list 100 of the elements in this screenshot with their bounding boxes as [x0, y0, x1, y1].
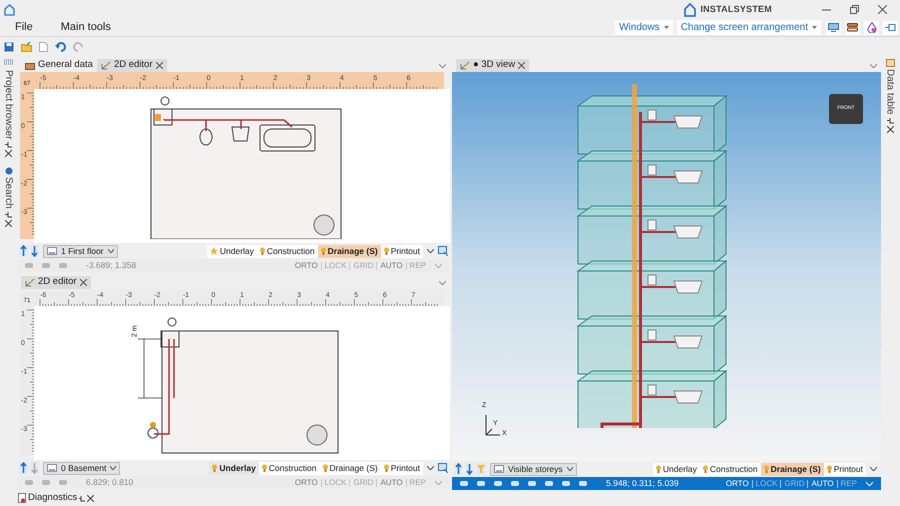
tool-icon[interactable]: [494, 480, 502, 487]
diagnostics-icon: [18, 493, 26, 503]
zoom-icon[interactable]: [438, 463, 448, 473]
pin-icon: [886, 116, 894, 124]
bulb-icon: [260, 247, 265, 255]
menu-item[interactable]: Main tools: [60, 19, 111, 36]
layer-tab[interactable]: Construction: [256, 244, 318, 258]
pin-button[interactable]: [883, 20, 898, 34]
document-icon[interactable]: [39, 42, 48, 52]
bulb-icon: [320, 247, 326, 255]
tool-icon[interactable]: [460, 480, 468, 487]
chevron-icon[interactable]: [427, 466, 434, 470]
tool-icon[interactable]: [528, 480, 536, 487]
chevron-icon[interactable]: [870, 467, 877, 471]
restore-icon: [850, 5, 858, 14]
tool-icon[interactable]: [511, 480, 519, 487]
storey-dropdown[interactable]: Visible storeys: [490, 462, 577, 476]
bulb-icon: [764, 465, 769, 473]
brand-name: INSTALSYSTEM: [700, 2, 772, 16]
panel-tab[interactable]: ● 3D view: [456, 59, 530, 72]
bulb-icon: [212, 464, 218, 472]
dock-tab[interactable]: Project browser: [1, 70, 16, 158]
mode-toggle[interactable]: AUTO: [380, 260, 403, 272]
coordinates: 5.948; 0.311; 5.039: [606, 477, 679, 490]
up-arrow-icon[interactable]: [454, 463, 463, 475]
dropdown[interactable]: Windows: [615, 20, 673, 35]
chevron-icon[interactable]: [870, 64, 877, 68]
caret-icon: [108, 249, 114, 253]
storey-dropdown[interactable]: 0 Basement: [43, 462, 120, 474]
bulb-icon: [826, 465, 832, 473]
panel-tab[interactable]: General data: [21, 59, 97, 72]
storey-dropdown[interactable]: 1 First floor: [43, 244, 118, 258]
table-icon: [886, 59, 894, 67]
tool-icon[interactable]: [545, 480, 553, 487]
drop-button[interactable]: [864, 20, 879, 34]
bulb-icon: [656, 465, 661, 473]
chevron-icon[interactable]: [439, 64, 446, 68]
editor-icon: [100, 61, 111, 70]
layer-tab[interactable]: Drainage (S): [760, 462, 824, 476]
layer-tab[interactable]: Drainage (S): [320, 462, 381, 474]
panel-tab[interactable]: 2D editor: [21, 276, 91, 289]
caret-icon: [110, 466, 116, 470]
layer-tab[interactable]: Construction: [258, 462, 320, 474]
editor-icon: [460, 61, 470, 70]
save-icon[interactable]: [4, 42, 14, 52]
bulb-icon: [384, 247, 389, 255]
pin-icon: [5, 141, 12, 148]
bulb-icon: [262, 464, 267, 472]
up-arrow-icon[interactable]: [19, 245, 28, 257]
toolbox-icon[interactable]: [4, 59, 13, 66]
layer-tab[interactable]: Drainage (S): [318, 244, 381, 258]
star-icon: [210, 247, 218, 255]
close-icon: [5, 220, 12, 228]
close-icon: [878, 5, 886, 14]
layer-tab[interactable]: Printout: [380, 462, 423, 474]
layer-tab[interactable]: Underlay: [206, 244, 257, 258]
dock-tab[interactable]: Search: [1, 167, 16, 228]
caret-icon: [664, 26, 669, 29]
layer-tab[interactable]: Underlay: [209, 462, 259, 474]
close-icon: [87, 494, 94, 502]
mode-toggle[interactable]: AUTO: [811, 478, 834, 490]
mode-toggle[interactable]: ORTO: [294, 476, 318, 488]
up-arrow-icon[interactable]: [19, 462, 28, 474]
close-icon: [156, 62, 162, 69]
layer-tab[interactable]: Underlay: [652, 462, 700, 476]
layer-tab[interactable]: Printout: [824, 462, 866, 476]
down-arrow-icon[interactable]: [30, 245, 39, 257]
tool-icon[interactable]: [562, 480, 570, 487]
bulb-icon: [384, 464, 389, 472]
storey-icon: [47, 247, 57, 255]
stack-button[interactable]: [845, 20, 860, 34]
storey-icon: [47, 464, 57, 472]
layer-tab[interactable]: Construction: [700, 462, 761, 476]
tool-icon[interactable]: [579, 480, 587, 487]
mode-toggle[interactable]: ORTO: [726, 478, 749, 490]
zoom-icon[interactable]: [438, 246, 448, 256]
pin-icon: [79, 494, 86, 502]
dropdown[interactable]: Change screen arrangement: [676, 20, 821, 35]
folder-icon[interactable]: [21, 42, 32, 52]
close-icon: [518, 62, 526, 69]
mode-toggle[interactable]: AUTO: [380, 476, 403, 488]
mode-toggle[interactable]: ORTO: [294, 260, 318, 272]
chevron-icon[interactable]: [439, 281, 446, 285]
close-icon: [5, 150, 12, 158]
undo-icon[interactable]: [55, 42, 66, 52]
tool-icon[interactable]: [477, 480, 485, 487]
close-icon: [80, 279, 87, 286]
monitor-button[interactable]: [826, 20, 841, 34]
panel-tab[interactable]: Diagnostics: [18, 490, 94, 506]
close-icon: [886, 126, 894, 133]
storey-icon: [494, 465, 504, 473]
down-arrow-icon[interactable]: [465, 463, 474, 475]
layer-tab[interactable]: Printout: [380, 244, 423, 258]
coordinates: 6.829; 0.810: [86, 476, 134, 489]
dock-tab[interactable]: Data table: [882, 59, 898, 133]
chevron-icon[interactable]: [427, 249, 434, 253]
panel-tab[interactable]: 2D editor: [96, 59, 166, 72]
menu-item[interactable]: File: [15, 19, 33, 36]
coordinates: -3.689; 1.358: [86, 259, 136, 272]
brand-logo-icon: [684, 2, 696, 16]
